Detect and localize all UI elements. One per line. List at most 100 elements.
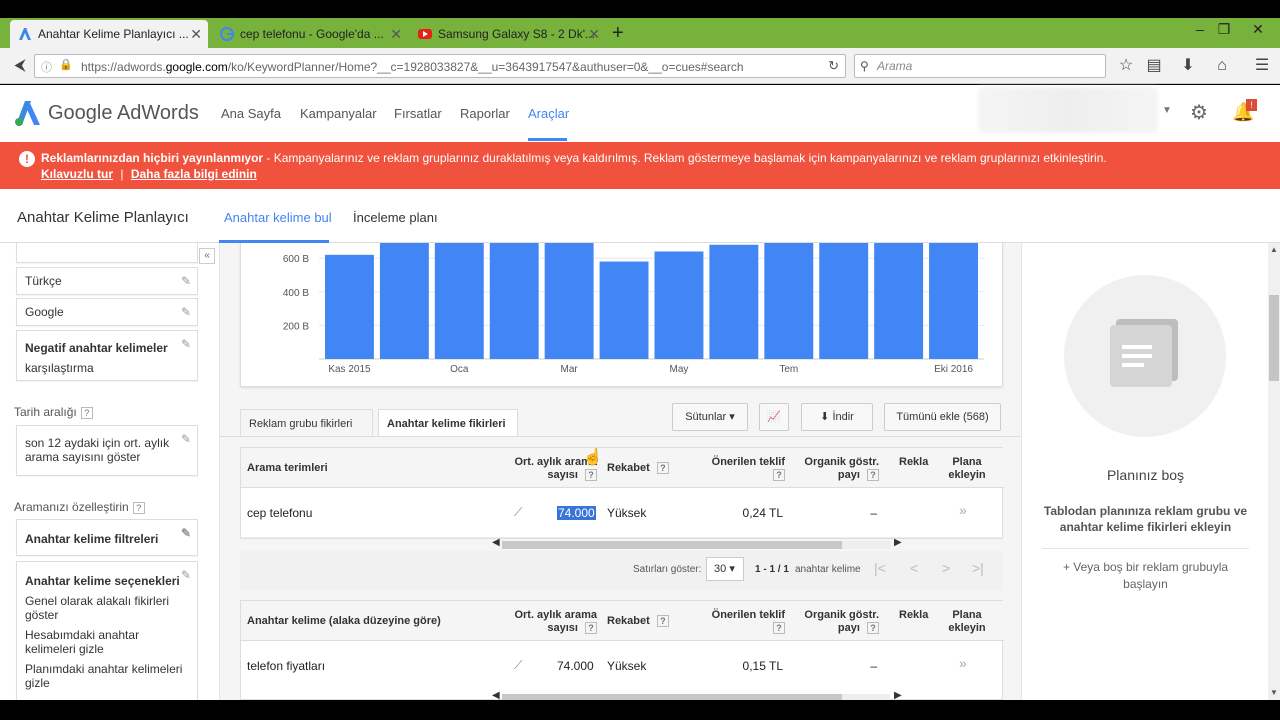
col-header[interactable]: Organik göstr. payı ? [797,609,879,635]
help-icon[interactable]: ? [585,469,597,482]
close-icon[interactable]: ✕ [588,20,600,48]
browser-tab-adwords[interactable]: Anahtar Kelime Planlayıcı ... ✕ [10,20,208,48]
chart-bar[interactable] [599,261,649,359]
nav-campaigns[interactable]: Kampanyalar [300,106,377,121]
restore-button[interactable]: ❐ [1210,18,1238,40]
collapse-sidebar-icon[interactable]: « [199,248,215,264]
trend-icon[interactable]: ⟋ [514,505,522,520]
add-to-plan-button[interactable]: » [959,502,967,518]
trend-icon[interactable]: ⟋ [514,658,522,673]
scroll-thumb[interactable] [1269,295,1279,381]
guided-tour-link[interactable]: Kılavuzlu tur [41,167,113,181]
browser-search-input[interactable]: ⚲ Arama [854,54,1106,78]
col-header[interactable]: Rekabet ? [607,462,669,475]
tab-find-keywords[interactable]: Anahtar kelime bul [224,210,332,225]
col-header[interactable]: Plana ekleyin [941,456,993,482]
table-hscroll[interactable]: ◀ ▶ [490,537,902,552]
pencil-icon[interactable]: ✎ [181,432,191,446]
download-icon[interactable]: ⬇ [1176,54,1200,78]
nav-reports[interactable]: Raporlar [460,106,510,121]
gear-icon[interactable]: ⚙ [1190,100,1208,125]
page-vscroll[interactable]: ▲ ▼ [1268,243,1280,700]
chart-bar[interactable] [874,243,924,359]
pencil-icon[interactable]: ✎ [181,274,191,288]
scroll-thumb[interactable] [502,541,842,549]
browser-tab-google[interactable]: cep telefonu - Google'da ... ✕ [212,20,408,48]
col-header[interactable]: Rekabet ? [607,615,669,628]
chart-bar[interactable] [929,243,978,359]
menu-icon[interactable]: ☰ [1250,54,1274,78]
scroll-down-icon[interactable]: ▼ [1270,688,1278,697]
download-button[interactable]: ⬇ İndir [801,403,873,431]
search-volume-cell[interactable]: 74.000 [557,506,596,520]
learn-more-link[interactable]: Daha fazla bilgi edinin [131,167,257,181]
nav-home[interactable]: Ana Sayfa [221,106,281,121]
logo-text[interactable]: Google AdWords [48,102,199,125]
col-header[interactable]: Plana ekleyin [941,609,993,635]
help-icon[interactable]: ? [867,469,879,482]
col-header[interactable]: Arama terimleri [247,462,328,475]
keyword-filters-box[interactable]: Anahtar kelime filtreleri ✎ [16,519,198,556]
nav-opportunities[interactable]: Fırsatlar [394,106,442,121]
close-icon[interactable]: ✕ [190,20,202,48]
negative-keywords-box[interactable]: Negatif anahtar kelimeler karşılaştırma … [16,330,198,381]
help-icon[interactable]: ? [585,622,597,635]
keyword-options-box[interactable]: Anahtar kelime seçenekleri Genel olarak … [16,561,198,700]
tab-keyword-ideas[interactable]: Anahtar kelime fikirleri [378,409,518,437]
chart-bar[interactable] [654,251,704,359]
col-header[interactable]: Önerilen teklif ? [705,456,785,482]
account-info-blurred[interactable] [978,87,1158,133]
col-header[interactable]: Önerilen teklif ? [705,609,785,635]
last-page-icon[interactable]: >| [972,560,984,576]
col-header[interactable]: Rekla [899,609,928,622]
back-button[interactable]: ⮜ [8,54,32,78]
start-empty-ad-group-link[interactable]: + Veya boş bir reklam grubuyla başlayın [1052,559,1239,593]
chart-bar[interactable] [764,243,814,359]
first-page-icon[interactable]: |< [874,560,886,576]
scroll-right-icon[interactable]: ▶ [894,537,902,548]
info-icon[interactable]: ⓘ [41,59,52,75]
prev-page-icon[interactable]: < [910,560,918,576]
help-icon[interactable]: ? [132,501,145,514]
pencil-icon[interactable]: ✎ [181,337,191,351]
new-tab-button[interactable]: + [612,18,624,48]
scroll-up-icon[interactable]: ▲ [1270,245,1278,254]
chart-bar[interactable] [819,243,869,359]
add-to-plan-button[interactable]: » [959,655,967,671]
help-icon[interactable]: ? [773,469,785,482]
date-range-box[interactable]: son 12 aydaki için ort. aylık arama sayı… [16,425,198,476]
home-icon[interactable]: ⌂ [1210,54,1234,78]
pencil-icon[interactable]: ✎ [181,305,191,319]
help-icon[interactable]: ? [80,406,93,419]
help-icon[interactable]: ? [867,622,879,635]
help-icon[interactable]: ? [773,622,785,635]
chart-bar[interactable] [489,243,539,359]
help-icon[interactable]: ? [656,462,669,475]
nav-tools[interactable]: Araçlar [528,106,569,121]
network-box[interactable]: Google ✎ [16,298,198,326]
tab-review-plan[interactable]: İnceleme planı [353,210,438,225]
scroll-left-icon[interactable]: ◀ [492,537,500,548]
col-header[interactable]: Rekla [899,456,928,469]
reload-icon[interactable]: ↻ [828,58,839,74]
browser-tab-youtube[interactable]: Samsung Galaxy S8 - 2 Dk'... ✕ [410,20,606,48]
targeting-box-partial[interactable] [16,243,198,263]
chart-toggle-button[interactable]: 📈 [759,403,789,431]
keyword-cell[interactable]: cep telefonu [247,506,312,520]
help-icon[interactable]: ? [656,615,669,628]
chart-bar[interactable] [709,244,759,359]
keyword-cell[interactable]: telefon fiyatları [247,659,325,673]
chart-bar[interactable] [434,243,484,359]
window-close-button[interactable]: ✕ [1244,18,1272,40]
reading-list-icon[interactable]: ▤ [1142,54,1166,78]
chart-bar[interactable] [544,243,594,359]
close-icon[interactable]: ✕ [390,20,402,48]
col-header[interactable]: Ort. aylık arama sayısı ? [513,609,597,635]
pencil-icon[interactable]: ✎ [181,526,191,540]
table-hscroll[interactable]: ◀ ▶ [490,690,902,700]
pencil-icon[interactable]: ✎ [181,568,191,582]
scroll-left-icon[interactable]: ◀ [492,690,500,700]
next-page-icon[interactable]: > [942,560,950,576]
chart-bar[interactable] [379,243,429,359]
bookmark-star-icon[interactable]: ☆ [1114,54,1138,78]
